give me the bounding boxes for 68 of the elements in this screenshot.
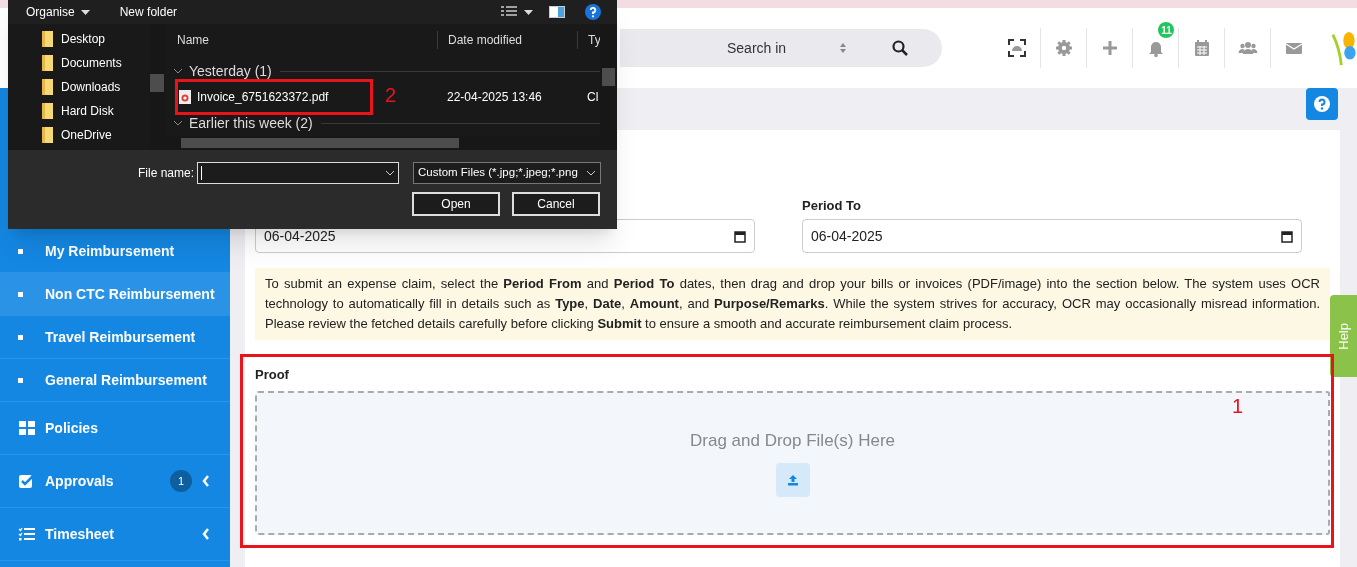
sidebar-item-label[interactable]: Policies [45,417,98,439]
calendar-icon [1281,229,1293,243]
column-header[interactable]: Date modified [437,31,577,49]
folder-icon [42,127,53,143]
annotation-number: 1 [1231,394,1243,419]
notification-badge: 11 [1158,22,1175,38]
folder-item[interactable]: OneDrive [61,126,112,144]
column-header[interactable]: Name [165,31,437,49]
chevron-down-icon [385,170,395,176]
folder-icon [42,55,53,71]
settings-icon[interactable] [1053,38,1074,58]
new-folder-button[interactable]: New folder [119,3,178,21]
sidebar-item-label[interactable]: General Reimbursement [45,369,207,391]
file-date: 22-04-2025 13:46 [446,89,543,106]
bullet-icon [18,377,23,383]
date-field[interactable]: 06-04-2025 [802,219,1302,253]
preview-pane-icon [549,6,565,18]
checklist-icon [18,526,36,542]
field-label: Period To [802,197,862,215]
bullet-icon [18,334,23,340]
folder-item[interactable]: Desktop [61,30,106,48]
sidebar-item-label[interactable]: Approvals [45,470,114,492]
info-text: To submit an expense claim, select the Period From and Period To dates, then drag and drop your bills or invoices (PDF/image) into the section below. The system uses OCR technology to automatically fill in details such as Type, Date, Amount, and Purpose/Remarks. While the system strives for accuracy, OCR may occasionally misread information. Please review the fetched details carefully before clicking Submit to ensure a smooth and accurate reimbursement claim process. [255,268,1330,340]
sidebar-item-label[interactable]: Timesheet [45,523,114,545]
count-badge: 1 [170,470,192,492]
search-icon [892,40,909,56]
help-icon [585,4,601,20]
sidebar-item[interactable]: Approvals 1 [0,455,230,508]
folder-icon [42,31,53,47]
file-icon [179,90,191,104]
bullet-icon [18,291,23,297]
sidebar-item-label[interactable]: Travel Reimbursement [45,326,196,348]
search-scope-label[interactable]: Search in [727,37,787,59]
sidebar-item[interactable]: General Reimbursement [0,359,230,402]
dialog-button[interactable]: Open [412,192,500,216]
upload-button[interactable] [775,462,810,497]
view-options-icon [501,6,517,18]
sidebar-item[interactable]: Policies [0,402,230,455]
sidebar-item[interactable]: Timesheet [0,508,230,561]
drop-zone-text: Drag and Drop File(s) Here [690,430,895,453]
folder-item[interactable]: Hard Disk [61,102,114,120]
file-type: Cl [586,89,599,106]
chevron-down-icon [586,170,596,176]
help-button[interactable] [1306,88,1338,120]
folder-icon [42,79,53,95]
field-label: Proof [255,366,290,384]
group-header[interactable]: Yesterday (1) [189,64,272,78]
sidebar-item[interactable]: Travel Reimbursement [0,316,230,359]
folder-item[interactable]: Downloads [61,78,121,96]
folder-icon [42,103,53,119]
file-type-dropdown[interactable]: Custom Files (*.jpg;*.jpeg;*.png [413,162,601,184]
bullet-icon [18,248,23,254]
upload-icon [786,473,799,486]
sidebar-item-label[interactable]: My Reimbursement [45,240,175,262]
field-label: File name: [138,165,196,182]
search-bar[interactable]: Search in [620,29,943,67]
annotation-number: 2 [385,83,397,108]
organise-button[interactable]: Organise [26,3,75,21]
sort-icon [839,42,848,54]
folder-item[interactable]: Documents [61,54,122,72]
group-header[interactable]: Earlier this week (2) [189,116,313,130]
dialog-button[interactable]: Cancel [512,192,600,216]
grid-icon [18,420,36,436]
file-name[interactable]: Invoice_6751623372.pdf [197,88,329,106]
question-icon [1314,96,1330,112]
file-name-field[interactable] [197,162,399,184]
scan-icon[interactable] [1007,38,1028,58]
calendar-icon [734,229,746,243]
